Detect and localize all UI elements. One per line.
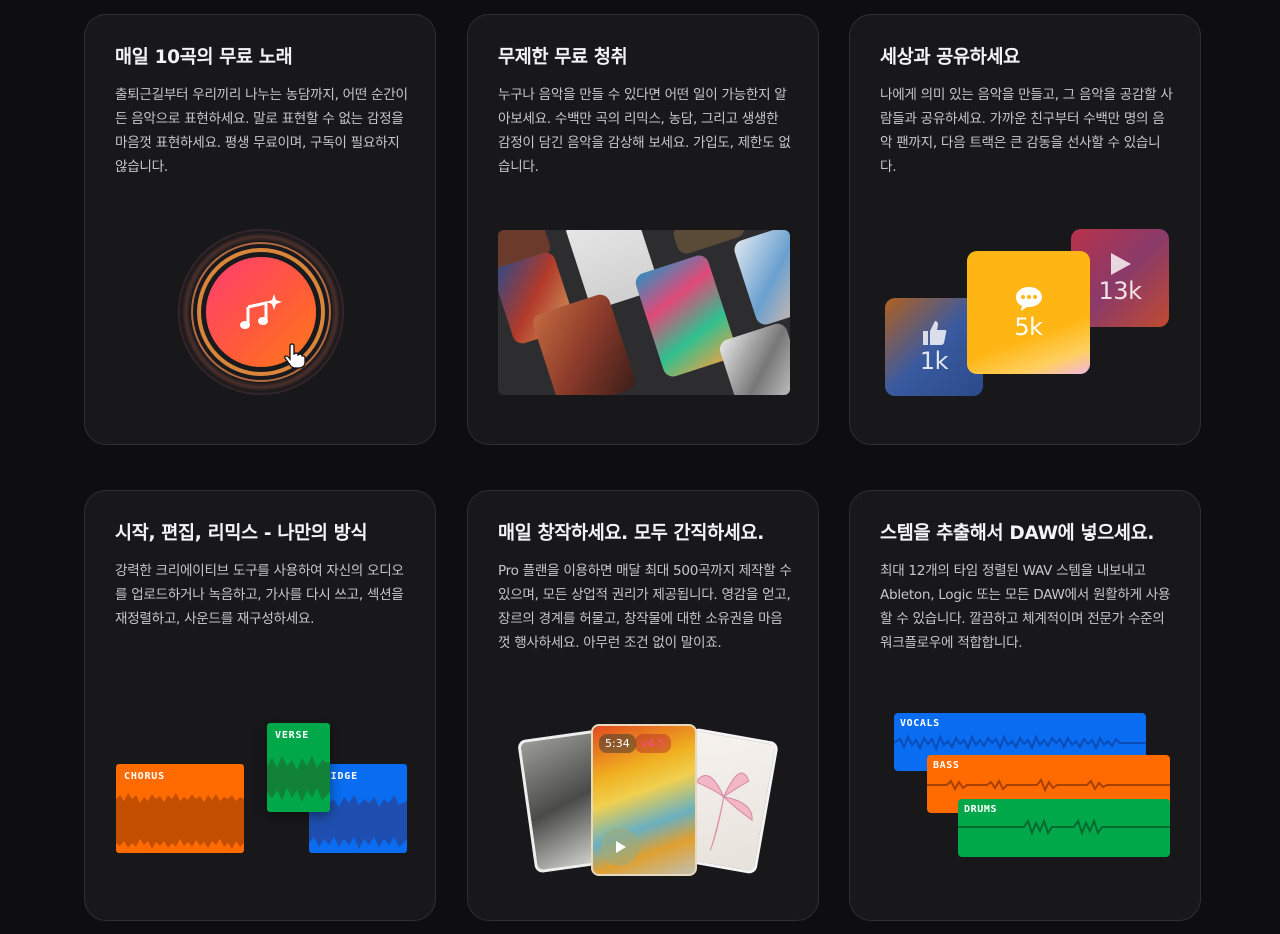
card-body: 출퇴근길부터 우리끼리 나누는 농담까지, 어떤 순간이든 음악으로 표현하세요… bbox=[115, 87, 408, 175]
verse-waveform bbox=[267, 756, 330, 802]
card-body: Pro 플랜을 이용하면 매달 최대 500곡까지 제작할 수 있으며, 모든 … bbox=[498, 563, 792, 651]
card-body: 누구나 음악을 만들 수 있다면 어떤 일이 가능한지 알아보세요. 수백만 곡… bbox=[498, 87, 791, 175]
verse-label: VERSE bbox=[275, 730, 310, 741]
likes-count: 1k bbox=[919, 347, 949, 375]
card-title: 무제한 무료 청취 bbox=[498, 47, 628, 68]
thumbs-up-icon bbox=[923, 321, 947, 345]
chorus-waveform bbox=[116, 793, 244, 849]
chorus-label: CHORUS bbox=[124, 771, 165, 782]
feature-card-share: 세상과 공유하세요 나에게 의미 있는 음악을 만들고, 그 음악을 공감할 사… bbox=[849, 14, 1201, 445]
feature-card-stems: 스템을 추출해서 DAW에 넣으세요. 최대 12개의 타임 정렬된 WAV 스… bbox=[849, 490, 1201, 921]
card-title: 매일 창작하세요. 모두 간직하세요. bbox=[498, 523, 764, 544]
plays-count: 13k bbox=[1098, 277, 1142, 305]
verse-section[interactable]: VERSE bbox=[267, 723, 330, 812]
card-title: 시작, 편집, 리믹스 - 나만의 방식 bbox=[115, 523, 368, 544]
play-icon bbox=[1111, 253, 1131, 275]
song-cover-mosaic bbox=[498, 230, 790, 395]
feature-card-unlimited-listening: 무제한 무료 청취 누구나 음악을 만들 수 있다면 어떤 일이 가능한지 알아… bbox=[467, 14, 819, 445]
comments-stat: 5k bbox=[967, 251, 1090, 374]
music-sparkle-icon bbox=[240, 294, 282, 329]
card-title: 스템을 추출해서 DAW에 넣으세요. bbox=[880, 523, 1155, 544]
card-body: 최대 12개의 타임 정렬된 WAV 스템을 내보내고 Ableton, Log… bbox=[880, 563, 1171, 651]
duration-chip: 5:34 bbox=[599, 734, 636, 753]
feature-card-pro-plan: 매일 창작하세요. 모두 간직하세요. Pro 플랜을 이용하면 매달 최대 5… bbox=[467, 490, 819, 921]
card-body: 나에게 의미 있는 음악을 만들고, 그 음악을 공감할 사람들과 공유하세요.… bbox=[880, 87, 1173, 175]
card-body: 강력한 크리에이티브 도구를 사용하여 자신의 오디오를 업로드하거나 녹음하고… bbox=[115, 563, 404, 627]
song-cover-main[interactable]: 5:34 v4.5 bbox=[591, 724, 697, 876]
play-button[interactable] bbox=[601, 828, 639, 866]
card-title: 세상과 공유하세요 bbox=[880, 47, 1020, 68]
card-title: 매일 10곡의 무료 노래 bbox=[115, 47, 293, 68]
hand-cursor-icon bbox=[284, 343, 306, 369]
play-icon bbox=[616, 841, 626, 853]
version-chip: v4.5 bbox=[635, 734, 672, 753]
feature-card-free-songs: 매일 10곡의 무료 노래 출퇴근길부터 우리끼리 나누는 농담까지, 어떤 순… bbox=[84, 14, 436, 445]
drums-stem[interactable]: DRUMS bbox=[958, 799, 1170, 857]
feature-card-edit-remix: 시작, 편집, 리믹스 - 나만의 방식 강력한 크리에이티브 도구를 사용하여… bbox=[84, 490, 436, 921]
comments-count: 5k bbox=[1014, 312, 1043, 341]
comment-icon bbox=[1015, 286, 1042, 311]
cover-clouds[interactable] bbox=[731, 230, 790, 328]
chorus-section[interactable]: CHORUS bbox=[116, 764, 244, 853]
drums-waveform bbox=[958, 818, 1170, 836]
